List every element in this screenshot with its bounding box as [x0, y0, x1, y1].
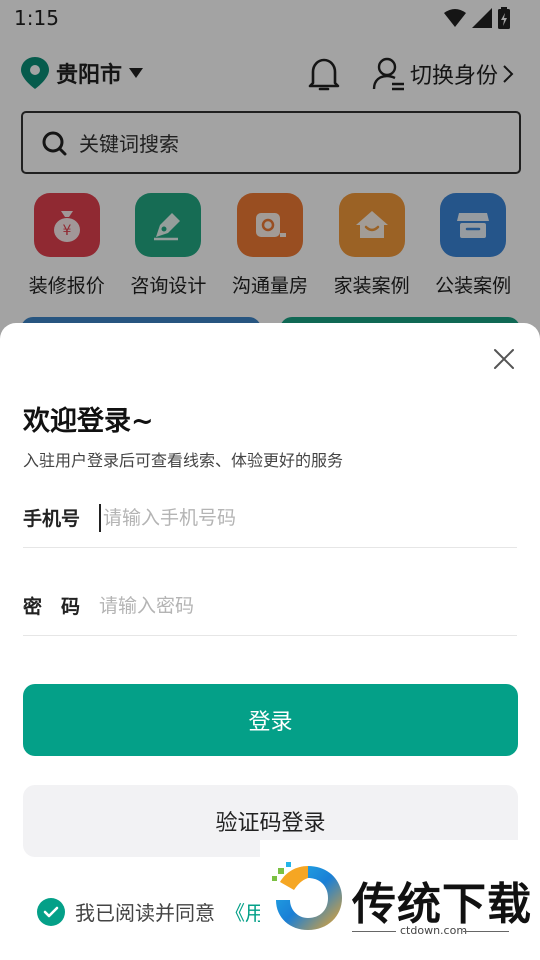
agreement-text: 我已阅读并同意 — [75, 901, 215, 925]
agreement-link[interactable]: 《用 — [225, 897, 265, 926]
login-subtitle: 入驻用户登录后可查看线索、体验更好的服务 — [23, 451, 344, 470]
close-icon — [494, 349, 514, 369]
watermark-title: 传统下载 — [352, 879, 532, 930]
login-title: 欢迎登录~ — [23, 406, 154, 437]
close-button[interactable] — [488, 343, 520, 375]
agreement-row: 我已阅读并同意 《用 — [37, 897, 265, 926]
watermark-url: ctdown.com — [400, 924, 468, 937]
divider — [463, 931, 509, 932]
watermark: 传统下载 ctdown.com — [260, 840, 540, 960]
divider — [352, 931, 396, 932]
phone-field: 手机号 — [23, 488, 517, 548]
login-button[interactable]: 登录 — [23, 684, 518, 756]
phone-input[interactable] — [103, 506, 517, 529]
password-label: 密 码 — [23, 596, 81, 618]
password-input[interactable] — [99, 594, 517, 617]
check-icon — [43, 906, 59, 917]
text-cursor — [99, 503, 101, 532]
phone-label: 手机号 — [23, 508, 81, 530]
watermark-logo-icon — [272, 862, 342, 930]
password-field: 密 码 — [23, 576, 517, 636]
agreement-checkbox[interactable] — [37, 897, 65, 926]
